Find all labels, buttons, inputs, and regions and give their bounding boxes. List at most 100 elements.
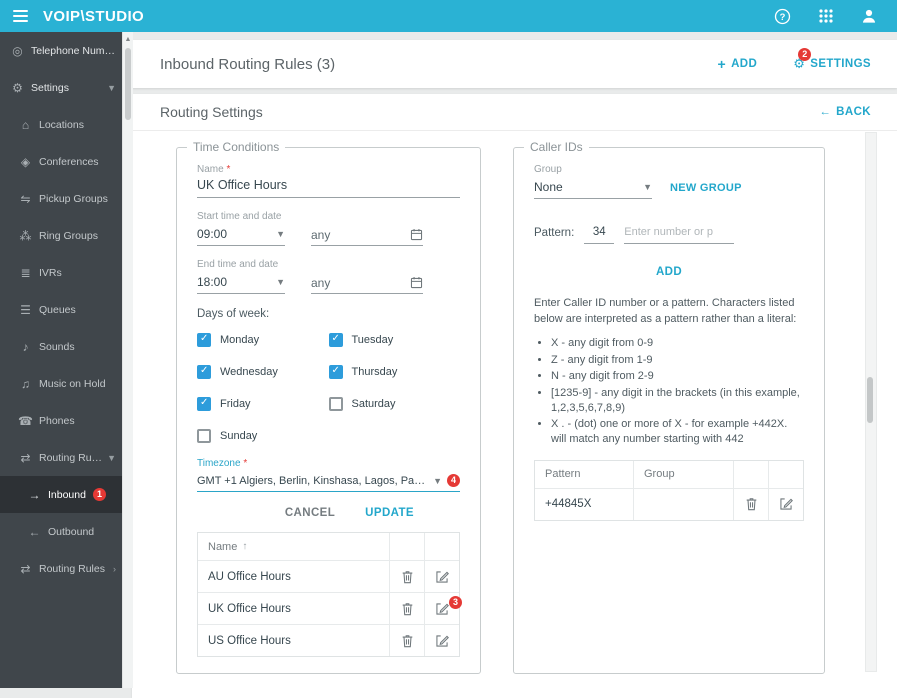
sidebar-item-routing-rules-2[interactable]: ⇄ Routing Rules › xyxy=(0,550,122,587)
sidebar-scrollbar[interactable]: ▲ xyxy=(122,32,133,688)
end-row: 18:00 ▼ any xyxy=(197,272,460,294)
topbar-actions: ? xyxy=(774,8,877,25)
day-checkbox-thursday[interactable]: Thursday xyxy=(328,365,461,379)
start-time-select[interactable]: 09:00 ▼ xyxy=(197,224,285,246)
group-row: None ▼ NEW GROUP xyxy=(534,177,804,199)
day-checkbox-monday[interactable]: Monday xyxy=(197,333,329,347)
ring-group-icon: ⁂ xyxy=(19,228,32,243)
day-checkbox-friday[interactable]: Friday xyxy=(197,397,329,411)
music-icon: ♫ xyxy=(21,376,30,391)
sidebar-item-locations[interactable]: ⌂ Locations xyxy=(0,106,122,143)
user-account-icon[interactable] xyxy=(861,8,877,24)
delete-row-button[interactable] xyxy=(733,488,768,520)
day-checkbox-wednesday[interactable]: Wednesday xyxy=(197,365,329,379)
top-bar: VOIP\STUDIO ? xyxy=(0,0,897,32)
edit-icon xyxy=(780,498,793,510)
step-badge-4: 4 xyxy=(447,474,460,487)
calendar-icon xyxy=(410,228,423,241)
chevron-down-icon: ▼ xyxy=(433,475,442,486)
timezone-select[interactable]: GMT +1 Algiers, Berlin, Kinshasa, Lagos,… xyxy=(197,471,460,492)
sidebar-item-queues[interactable]: ☰ Queues xyxy=(0,291,122,328)
days-of-week-label: Days of week: xyxy=(197,308,270,320)
day-checkbox-saturday[interactable]: Saturday xyxy=(328,397,461,411)
day-checkbox-tuesday[interactable]: Tuesday xyxy=(328,333,461,347)
help-icon[interactable]: ? xyxy=(774,8,791,25)
checkbox[interactable] xyxy=(197,429,211,443)
apps-grid-icon[interactable] xyxy=(819,9,833,23)
checkbox[interactable] xyxy=(197,365,211,379)
list-item: X - any digit from 0-9 xyxy=(551,336,804,351)
add-pattern-wrap: ADD xyxy=(534,262,804,280)
panel-legend: Time Conditions xyxy=(187,140,286,154)
add-pattern-button[interactable]: ADD xyxy=(656,266,682,278)
panel-legend: Caller IDs xyxy=(524,140,589,154)
checkbox[interactable] xyxy=(197,397,211,411)
edit-row-button[interactable] xyxy=(424,625,459,656)
cancel-button[interactable]: CANCEL xyxy=(285,507,335,519)
actions-column-header xyxy=(733,460,768,488)
start-row: 09:00 ▼ any xyxy=(197,224,460,246)
edit-row-button[interactable]: 3 xyxy=(424,593,462,624)
group-select[interactable]: None ▼ xyxy=(534,177,652,199)
sidebar-item-ivrs[interactable]: ≣ IVRs xyxy=(0,254,122,291)
end-date-field[interactable]: any xyxy=(311,272,423,294)
form-buttons: CANCEL UPDATE xyxy=(197,507,460,519)
pattern-value-input[interactable] xyxy=(584,223,615,244)
sidebar-item-phones[interactable]: ☎ Phones xyxy=(0,402,122,439)
sidebar-item-inbound[interactable]: → Inbound 1 xyxy=(0,476,122,513)
checkbox[interactable] xyxy=(328,333,343,347)
checkbox[interactable] xyxy=(328,365,343,379)
checkbox[interactable] xyxy=(197,333,211,347)
globe-icon: ◎ xyxy=(12,43,23,58)
app-logo: VOIP\STUDIO xyxy=(43,7,145,25)
sidebar-item-settings[interactable]: ⚙ Settings ▼ xyxy=(0,69,122,106)
back-button[interactable]: ← BACK xyxy=(819,106,871,118)
content-scrollbar[interactable] xyxy=(865,132,877,672)
name-column-header[interactable]: Name ↑ xyxy=(198,533,389,560)
update-button[interactable]: UPDATE xyxy=(365,507,414,519)
settings-button-wrap: 2 ⚙ SETTINGS xyxy=(793,48,871,70)
sidebar-item-ring-groups[interactable]: ⁂ Ring Groups xyxy=(0,217,122,254)
group-column-header[interactable]: Group xyxy=(633,460,733,488)
content-scrollbar-thumb[interactable] xyxy=(867,377,873,423)
sidebar-item-outbound[interactable]: ← Outbound xyxy=(0,513,122,550)
page-title: Inbound Routing Rules (3) xyxy=(160,55,336,73)
chevron-down-icon: ▼ xyxy=(643,182,652,192)
pickup-icon: ⇋ xyxy=(20,191,31,206)
pattern-input[interactable] xyxy=(624,223,735,244)
sidebar-item-telephone-numbers[interactable]: ◎ Telephone Numbers xyxy=(0,32,122,69)
sidebar-item-pickup-groups[interactable]: ⇋ Pickup Groups xyxy=(0,180,122,217)
conference-icon: ◈ xyxy=(20,154,31,169)
checkbox[interactable] xyxy=(328,397,343,411)
start-date-field[interactable]: any xyxy=(311,224,423,246)
end-time-select[interactable]: 18:00 ▼ xyxy=(197,272,285,294)
new-group-button[interactable]: NEW GROUP xyxy=(670,182,742,199)
sidebar-item-conferences[interactable]: ◈ Conferences xyxy=(0,143,122,180)
edit-icon xyxy=(436,634,449,647)
delete-row-button[interactable] xyxy=(389,593,424,624)
pattern-column-header[interactable]: Pattern xyxy=(535,461,633,488)
day-checkbox-sunday[interactable]: Sunday xyxy=(197,429,329,443)
caller-ids-table: Pattern Group +44845X xyxy=(534,459,804,521)
delete-row-button[interactable] xyxy=(389,625,424,656)
edit-row-button[interactable] xyxy=(424,561,459,592)
chevron-right-icon: › xyxy=(113,563,116,574)
sidebar-item-routing-rules[interactable]: ⇄ Routing Rules ▼ xyxy=(0,439,122,476)
sidebar-item-music-on-hold[interactable]: ♫ Music on Hold xyxy=(0,365,122,402)
step-badge-1: 1 xyxy=(92,488,106,501)
sidebar-nav: ◎ Telephone Numbers ⚙ Settings ▼ ⌂ Locat… xyxy=(0,32,122,688)
edit-row-button[interactable] xyxy=(768,488,803,520)
pattern-rules-list: X - any digit from 0-9 Z - any digit fro… xyxy=(534,336,804,446)
chevron-down-icon: ▼ xyxy=(107,82,116,93)
table-row: +44845X xyxy=(535,487,803,520)
delete-row-button[interactable] xyxy=(389,561,424,592)
chevron-down-icon: ▼ xyxy=(276,277,285,287)
group-label: Group xyxy=(534,164,562,175)
name-input[interactable] xyxy=(197,175,460,198)
hamburger-menu-icon[interactable] xyxy=(13,10,28,22)
scroll-up-arrow-icon[interactable]: ▲ xyxy=(123,32,133,43)
gear-icon: ⚙ xyxy=(12,80,23,95)
sidebar-scrollbar-thumb[interactable] xyxy=(125,48,131,120)
add-button[interactable]: + ADD xyxy=(718,57,758,71)
sidebar-item-sounds[interactable]: ♪ Sounds xyxy=(0,328,122,365)
